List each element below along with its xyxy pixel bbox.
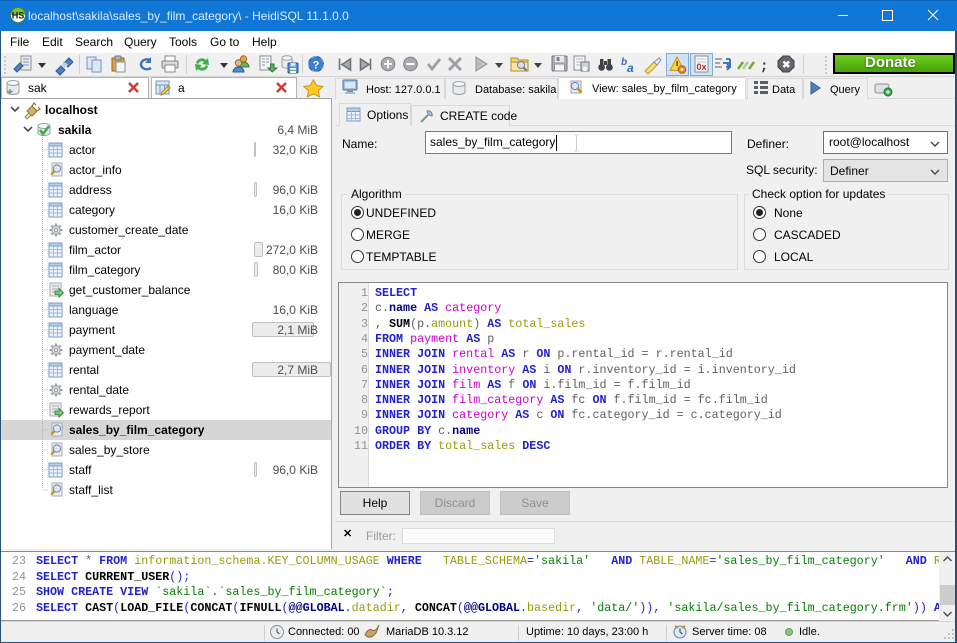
svg-text:;: ; bbox=[760, 59, 768, 75]
svg-text:?: ? bbox=[313, 60, 320, 72]
svg-text:0x: 0x bbox=[696, 62, 706, 72]
svg-text:a: a bbox=[627, 61, 634, 75]
svg-text:HS: HS bbox=[12, 11, 25, 21]
